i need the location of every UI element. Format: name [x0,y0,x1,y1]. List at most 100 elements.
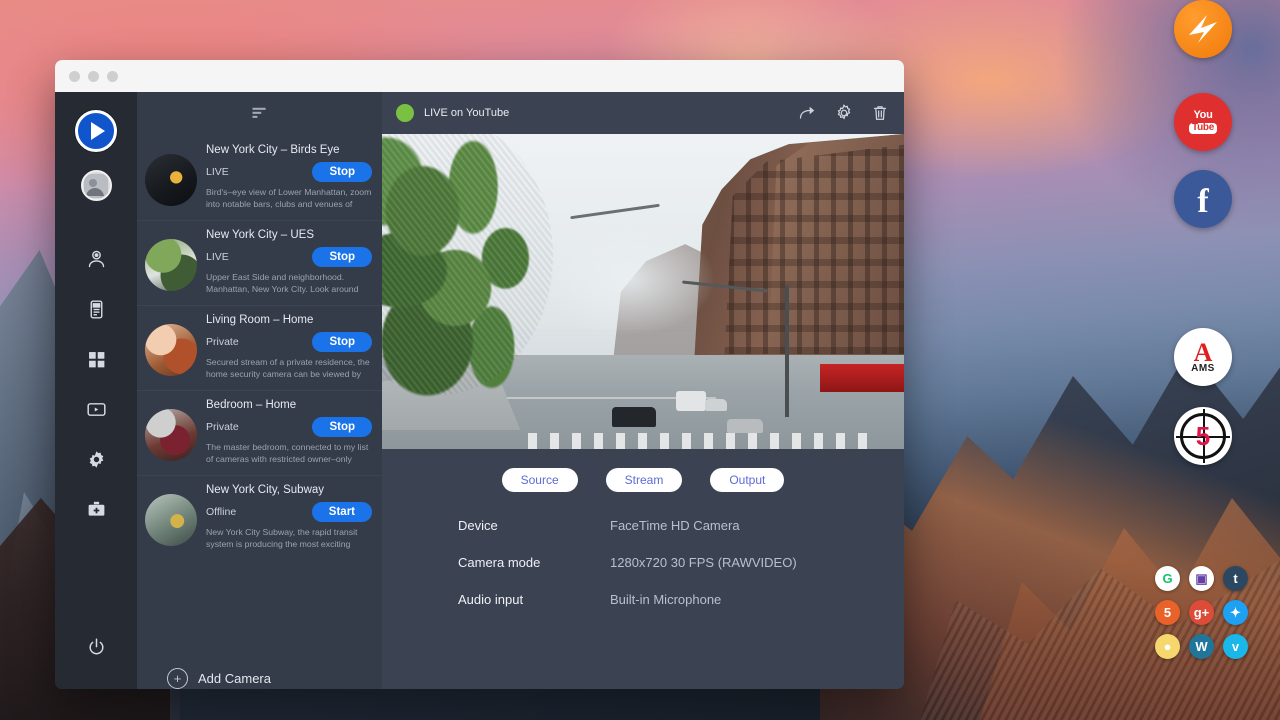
share-button[interactable] [798,103,818,123]
power-icon [86,637,107,658]
list-item[interactable]: New York City – Birds Eye LIVE Stop Bird… [137,136,382,221]
sky-glow [1060,0,1280,230]
list-item[interactable]: New York City – UES LIVE Stop Upper East… [137,221,382,306]
tab-source[interactable]: Source [502,468,578,492]
status-badge: LIVE [206,166,229,178]
youtube-logo: You Tube [1189,110,1217,133]
wordpress-icon[interactable]: W [1189,634,1214,659]
camera-thumbnail [145,154,197,206]
video-preview[interactable] [382,134,904,449]
camera-thumbnail [145,324,197,376]
camera-status-row: Private Stop [206,417,372,437]
flickr-icon[interactable]: ● [1155,634,1180,659]
info-value: 1280x720 30 FPS (RAWVIDEO) [610,555,797,570]
sidebar-item-settings[interactable] [76,439,116,479]
camera-meta: New York City – Birds Eye LIVE Stop Bird… [206,144,372,211]
delete-button[interactable] [870,103,890,123]
vimeo-icon[interactable]: v [1223,634,1248,659]
camera-action-button[interactable]: Start [312,502,372,522]
camera-action-button[interactable]: Stop [312,247,372,267]
list-item[interactable]: Bedroom – Home Private Stop The master b… [137,391,382,476]
car [727,419,763,433]
camera-status-row: Offline Start [206,502,372,522]
table-row: Device FaceTime HD Camera [458,518,904,533]
camera-icon [86,249,107,270]
camera-action-button[interactable]: Stop [312,417,372,437]
tab-stream[interactable]: Stream [606,468,683,492]
add-camera-label: Add Camera [198,671,271,686]
camera-list[interactable]: New York City – Birds Eye LIVE Stop Bird… [137,134,382,650]
tab-output[interactable]: Output [710,468,784,492]
grid-icon [86,349,107,370]
camera-description: New York City Subway, the rapid transit … [206,527,372,551]
play-triangle-icon [91,122,105,140]
twitter-icon[interactable]: ✦ [1223,600,1248,625]
sidebar-rail [55,92,137,689]
google-plus-icon[interactable]: g+ [1189,600,1214,625]
app-body: New York City – Birds Eye LIVE Stop Bird… [55,92,904,689]
grammarly-icon[interactable]: G [1155,566,1180,591]
status-badge: Private [206,421,239,433]
device-icon [86,299,107,320]
share-icon [798,103,818,123]
zoom-button[interactable] [107,71,118,82]
traffic-pole [785,285,789,417]
settings-button[interactable] [834,103,854,123]
facebook-dock-icon[interactable]: f [1174,170,1232,228]
live-status-label: LIVE on YouTube [424,107,782,119]
camera-description: Secured stream of a private residence, t… [206,357,372,381]
camera-status-row: LIVE Stop [206,247,372,267]
plus-icon: + [167,668,188,689]
add-camera-button[interactable]: + Add Camera [137,650,382,689]
social-row: 5 g+ ✦ [1155,600,1255,625]
list-item[interactable]: Living Room – Home Private Stop Secured … [137,306,382,391]
red-awning [820,364,904,392]
youtube-dock-icon[interactable]: You Tube [1174,93,1232,151]
sidebar-item-devices[interactable] [76,289,116,329]
facebook-logo: f [1197,185,1208,219]
info-label: Audio input [458,592,610,607]
camera-list-panel: New York City – Birds Eye LIVE Stop Bird… [137,92,382,689]
shutterstock-icon[interactable]: 5 [1155,600,1180,625]
tumblr-icon[interactable]: t [1223,566,1248,591]
sidebar-item-dashboard[interactable] [76,339,116,379]
camera-action-button[interactable]: Stop [312,162,372,182]
sidebar-item-power[interactable] [76,627,116,667]
status-badge: Private [206,336,239,348]
camera-description: The master bedroom, connected to my list… [206,442,372,466]
sidebar-item-tools[interactable] [76,489,116,529]
gear-icon [834,103,854,123]
ams-dock-icon[interactable]: A AMS [1174,328,1232,386]
list-toolbar [137,92,382,134]
app-window: New York City – Birds Eye LIVE Stop Bird… [55,60,904,689]
camera-description: Upper East Side and neighborhood. Manhat… [206,272,372,296]
car [612,407,656,427]
camera-status-row: Private Stop [206,332,372,352]
social-row: ● W v [1155,634,1255,659]
sort-icon [249,104,270,122]
channel5-dock-icon[interactable]: 5 [1174,407,1232,465]
car [705,399,727,411]
ams-logo: A AMS [1191,340,1215,374]
camera-action-button[interactable]: Stop [312,332,372,352]
close-button[interactable] [69,71,80,82]
sort-filter-button[interactable] [249,104,270,122]
table-row: Camera mode 1280x720 30 FPS (RAWVIDEO) [458,555,904,570]
bolt-dock-icon[interactable] [1174,0,1232,58]
camera-title: New York City – Birds Eye [206,144,372,156]
user-avatar[interactable] [81,170,112,201]
list-item[interactable]: New York City, Subway Offline Start New … [137,476,382,560]
camera-title: Bedroom – Home [206,399,372,411]
app-logo[interactable] [75,110,117,152]
camera-meta: New York City – UES LIVE Stop Upper East… [206,229,372,296]
toolkit-icon [86,499,107,520]
main-toolbar: LIVE on YouTube [382,92,904,134]
camera-status-row: LIVE Stop [206,162,372,182]
twitch-icon[interactable]: ▣ [1189,566,1214,591]
camera-title: New York City – UES [206,229,372,241]
minimize-button[interactable] [88,71,99,82]
sidebar-item-cameras[interactable] [76,239,116,279]
camera-description: Bird's–eye view of Lower Manhattan, zoom… [206,187,372,211]
camera-title: New York City, Subway [206,484,372,496]
sidebar-item-broadcast[interactable] [76,389,116,429]
